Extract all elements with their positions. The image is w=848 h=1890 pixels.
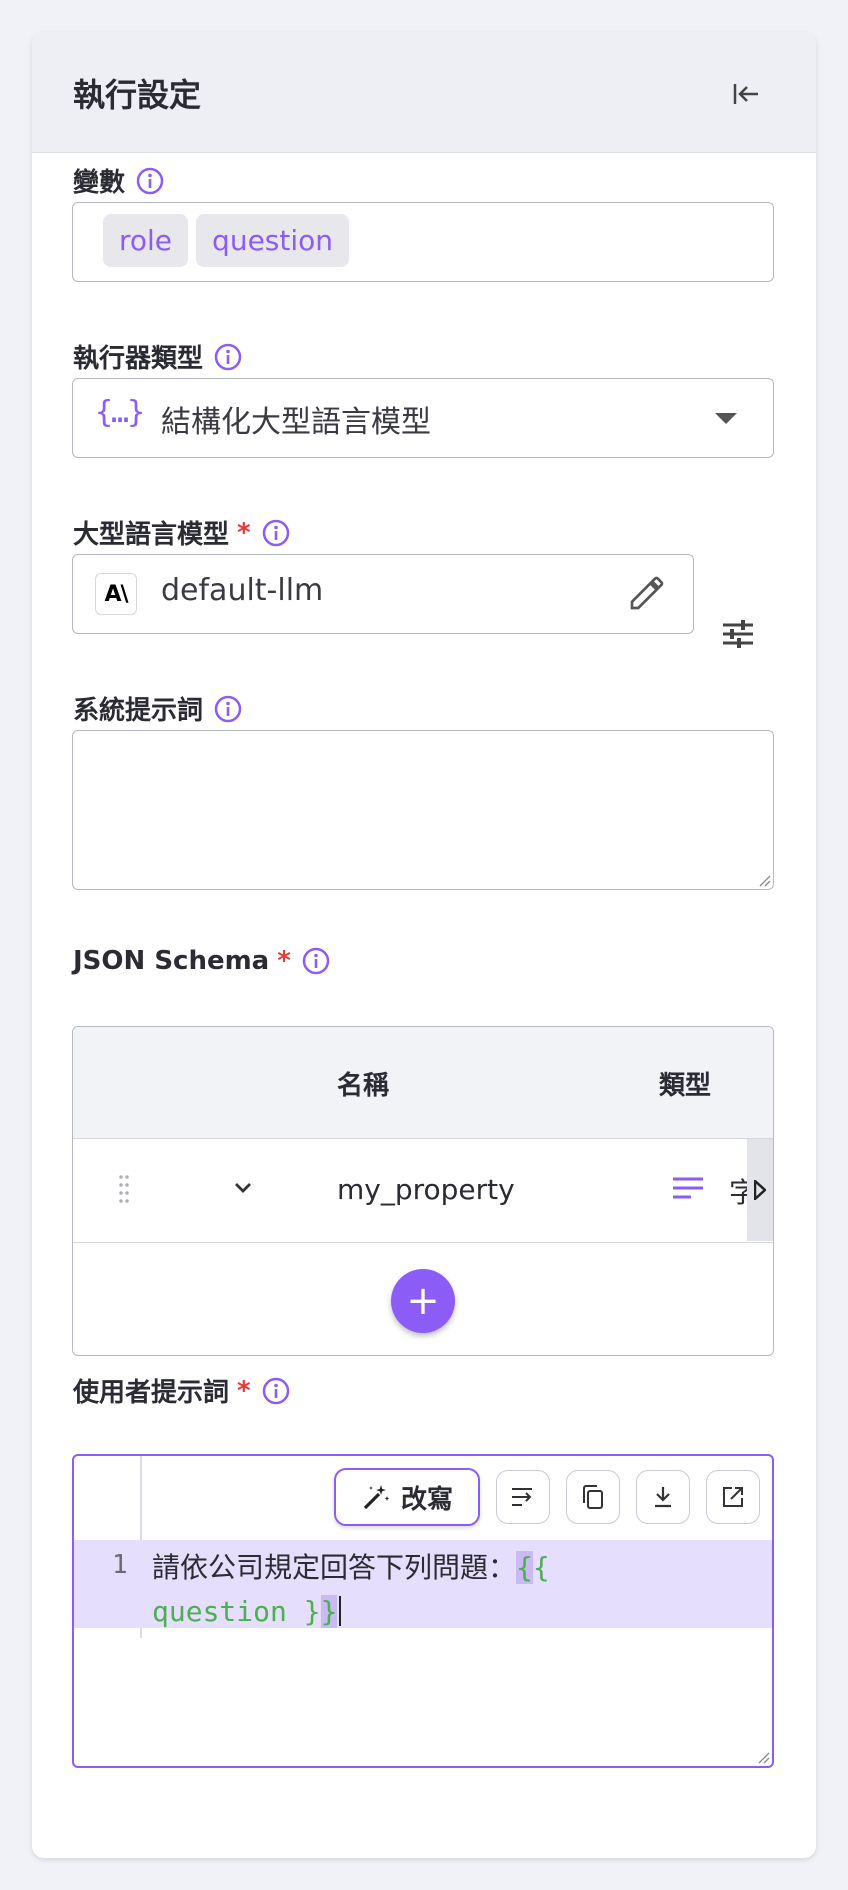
panel-header: 執行設定 bbox=[32, 32, 816, 153]
system-prompt-textarea[interactable] bbox=[72, 730, 774, 890]
resize-grip-icon[interactable] bbox=[757, 873, 771, 887]
copy-button[interactable] bbox=[566, 1470, 620, 1524]
variables-info-icon[interactable] bbox=[135, 166, 165, 196]
open-external-icon bbox=[723, 1487, 743, 1507]
line-number: 1 bbox=[112, 1550, 128, 1580]
user-prompt-required-mark: * bbox=[237, 1375, 251, 1406]
scroll-right-arrow-icon bbox=[754, 1180, 766, 1200]
llm-settings-button[interactable] bbox=[716, 612, 760, 656]
template-close-brace: } bbox=[320, 1595, 338, 1628]
add-property-button[interactable]: + bbox=[391, 1269, 455, 1333]
rewrite-button[interactable]: 改寫 bbox=[334, 1468, 480, 1526]
pencil-icon bbox=[630, 576, 664, 610]
collapse-left-icon bbox=[733, 84, 758, 104]
scroll-right-button[interactable] bbox=[747, 1139, 773, 1241]
user-prompt-info-icon[interactable] bbox=[261, 1376, 291, 1406]
variable-chip-role[interactable]: role bbox=[103, 214, 189, 267]
llm-label: 大型語言模型 bbox=[73, 520, 230, 550]
schema-info-icon[interactable] bbox=[301, 946, 331, 976]
expand-row-chevron-icon[interactable] bbox=[231, 1175, 255, 1203]
collapse-panel-button[interactable] bbox=[728, 76, 764, 112]
drag-handle-icon[interactable] bbox=[117, 1173, 131, 1209]
copy-icon bbox=[583, 1485, 603, 1509]
panel-title: 執行設定 bbox=[73, 76, 202, 114]
llm-required-mark: * bbox=[237, 517, 251, 548]
template-open-brace-1: { bbox=[516, 1551, 533, 1584]
executor-type-value: 結構化大型語言模型 bbox=[161, 405, 431, 440]
schema-required-mark: * bbox=[277, 946, 291, 976]
download-button[interactable] bbox=[636, 1470, 690, 1524]
text-cursor bbox=[339, 1596, 342, 1626]
code-line[interactable]: 1 請依公司規定回答下列問題：{{question }} bbox=[74, 1540, 772, 1628]
schema-table: 名稱 類型 my_property 字串 bbox=[72, 1026, 774, 1356]
edit-llm-button[interactable] bbox=[627, 573, 667, 617]
variables-label: 變數 bbox=[73, 168, 126, 198]
llm-info-icon[interactable] bbox=[261, 518, 291, 548]
dropdown-caret-icon bbox=[715, 413, 737, 424]
executor-info-icon[interactable] bbox=[213, 342, 243, 372]
property-name-cell[interactable]: my_property bbox=[337, 1173, 515, 1206]
wrap-lines-button[interactable] bbox=[496, 1470, 550, 1524]
download-icon bbox=[655, 1487, 671, 1508]
executor-label-row: 執行器類型 bbox=[73, 338, 243, 375]
llm-label-row: 大型語言模型 * bbox=[73, 514, 291, 551]
structured-braces-icon: {…} bbox=[95, 395, 145, 430]
variables-field[interactable]: role question bbox=[72, 202, 774, 282]
string-type-icon bbox=[671, 1175, 705, 1205]
variable-chip-question[interactable]: question bbox=[196, 214, 350, 267]
executor-label: 執行器類型 bbox=[73, 344, 204, 374]
anthropic-logo-icon: A\ bbox=[95, 573, 137, 615]
schema-label: JSON Schema bbox=[73, 946, 270, 976]
column-header-type[interactable]: 類型 bbox=[659, 1065, 711, 1102]
executor-type-select[interactable]: {…} 結構化大型語言模型 bbox=[72, 378, 774, 458]
prompt-plain-text: 請依公司規定回答下列問題： bbox=[152, 1551, 517, 1584]
magic-wand-icon bbox=[363, 1485, 390, 1510]
schema-table-header: 名稱 類型 bbox=[73, 1027, 773, 1139]
user-prompt-label: 使用者提示詞 bbox=[73, 1378, 230, 1408]
editor-resize-grip-icon[interactable] bbox=[756, 1750, 770, 1764]
variables-label-row: 變數 bbox=[73, 162, 165, 199]
code-text[interactable]: 請依公司規定回答下列問題：{{question }} bbox=[152, 1546, 752, 1634]
system-prompt-label-row: 系統提示詞 bbox=[73, 690, 243, 727]
schema-label-row: JSON Schema * bbox=[73, 946, 331, 976]
wrap-lines-icon bbox=[512, 1488, 532, 1506]
template-variable: question } bbox=[152, 1595, 321, 1628]
editor-toolbar: 改寫 bbox=[334, 1468, 760, 1526]
user-prompt-label-row: 使用者提示詞 * bbox=[73, 1372, 291, 1409]
tune-sliders-icon bbox=[723, 620, 753, 648]
system-prompt-info-icon[interactable] bbox=[213, 694, 243, 724]
column-header-name[interactable]: 名稱 bbox=[337, 1065, 389, 1102]
system-prompt-label: 系統提示詞 bbox=[73, 696, 204, 726]
open-external-button[interactable] bbox=[706, 1470, 760, 1524]
rewrite-label: 改寫 bbox=[400, 1484, 453, 1515]
llm-field[interactable]: A\ default-llm bbox=[72, 554, 694, 634]
template-open-brace-2: { bbox=[532, 1551, 550, 1584]
table-row[interactable]: my_property 字串 bbox=[73, 1139, 773, 1243]
llm-value: default-llm bbox=[161, 573, 324, 608]
user-prompt-editor[interactable]: 改寫 1 請依公司規定回答下列問題：{{question }} bbox=[72, 1454, 774, 1768]
run-settings-panel: 執行設定 變數 role question 執行器類型 {…} 結構化大型語言模型… bbox=[32, 32, 816, 1858]
